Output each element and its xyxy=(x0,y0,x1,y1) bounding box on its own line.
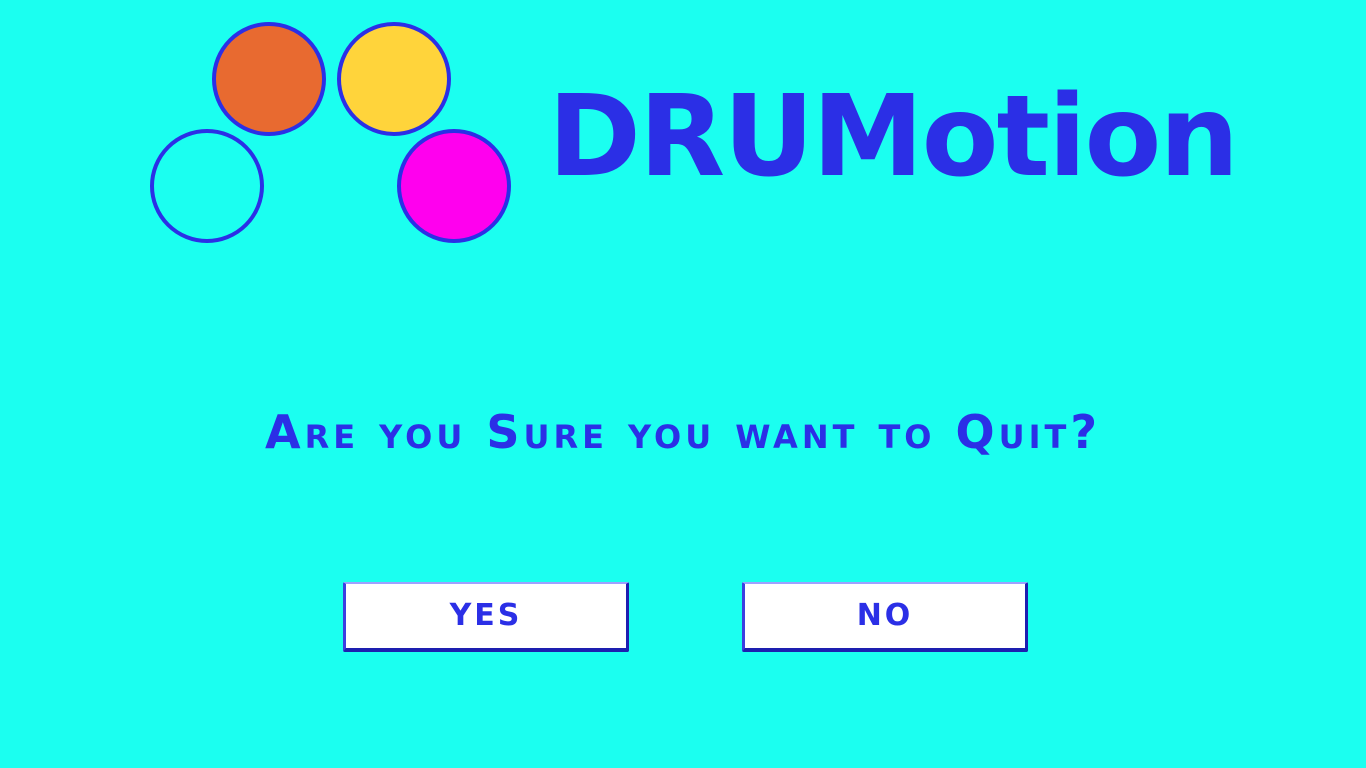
logo-circle-magenta xyxy=(397,129,511,243)
yes-button-label: YES xyxy=(449,598,523,633)
no-button[interactable]: NO xyxy=(742,582,1028,652)
logo-circle-yellow xyxy=(337,22,451,136)
logo-circle-orange xyxy=(212,22,326,136)
yes-button[interactable]: YES xyxy=(343,582,629,652)
brand-name: DRUMotion xyxy=(548,72,1239,202)
quit-question: Are you Sure you want to Quit? xyxy=(264,405,1101,459)
logo-circle-outline xyxy=(150,129,264,243)
no-button-label: NO xyxy=(856,598,914,633)
quit-confirmation-screen: DRUMotion Are you Sure you want to Quit?… xyxy=(0,0,1366,768)
